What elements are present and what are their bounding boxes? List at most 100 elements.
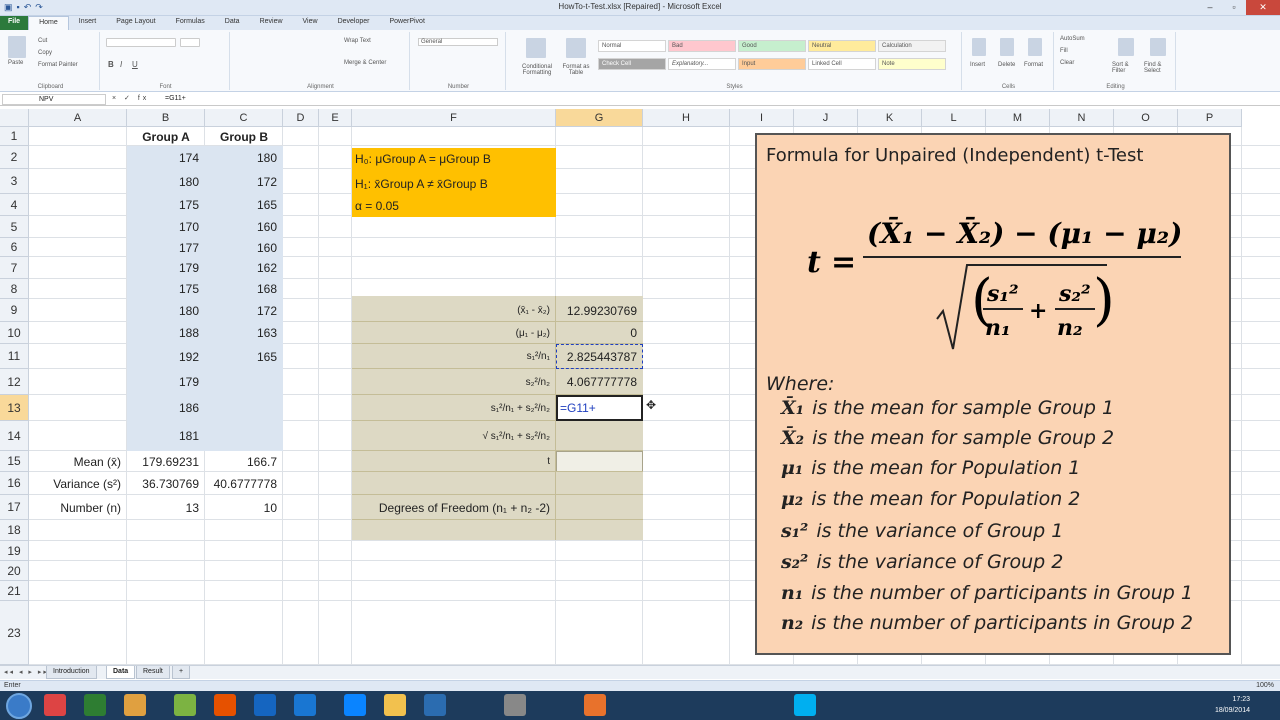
column-header-h[interactable]: H — [643, 109, 730, 127]
skype-icon[interactable] — [794, 694, 816, 716]
row-header-3[interactable]: 3 — [0, 169, 29, 194]
row-header-7[interactable]: 7 — [0, 257, 29, 279]
fill-button[interactable]: Fill — [1060, 48, 1068, 54]
group-a-cell[interactable]: 174 — [127, 146, 205, 169]
sheet-tab-introduction[interactable]: Introduction — [46, 666, 97, 679]
style-normal[interactable]: Normal — [598, 40, 666, 52]
row-header-10[interactable]: 10 — [0, 322, 29, 344]
paste-icon[interactable] — [8, 36, 26, 58]
calc-label[interactable]: s₂²/n₂ — [352, 369, 556, 395]
row-header-1[interactable]: 1 — [0, 127, 29, 146]
internet-explorer-icon[interactable] — [344, 694, 366, 716]
italic-button[interactable]: I — [120, 60, 122, 69]
sheet-tab-result[interactable]: Result — [136, 666, 170, 679]
minimize-button[interactable]: – — [1198, 0, 1222, 15]
group-a-cell[interactable]: 175 — [127, 279, 205, 299]
format-cells-icon[interactable] — [1028, 38, 1042, 56]
group-b-header[interactable]: Group B — [205, 127, 283, 146]
active-cell-formula[interactable]: =G11+ — [560, 395, 640, 421]
variance-a[interactable]: 36.730769 — [127, 472, 205, 495]
tab-developer[interactable]: Developer — [328, 16, 380, 30]
variance-b[interactable]: 40.6777778 — [205, 472, 283, 495]
twitter-icon[interactable] — [424, 694, 446, 716]
group-a-cell[interactable]: 188 — [127, 322, 205, 344]
group-b-cell[interactable]: 172 — [205, 169, 283, 194]
excel-icon[interactable] — [84, 694, 106, 716]
calc-value[interactable] — [556, 472, 643, 495]
column-header-g[interactable]: G — [556, 109, 643, 127]
group-a-cell[interactable]: 180 — [127, 299, 205, 322]
calc-value[interactable]: 4.067777778 — [556, 369, 643, 395]
column-header-b[interactable]: B — [127, 109, 205, 127]
tab-page-layout[interactable]: Page Layout — [106, 16, 165, 30]
formula-panel[interactable]: Formula for Unpaired (Independent) t-Tes… — [755, 133, 1231, 655]
sheet-nav-arrows[interactable]: ◂◂ ◂ ▸ ▸▸ — [4, 668, 49, 676]
calc-label[interactable]: s₁²/n₁ + s₂²/n₂ — [352, 395, 556, 421]
sort-filter-icon[interactable] — [1118, 38, 1134, 56]
style-bad[interactable]: Bad — [668, 40, 736, 52]
group-b-cell[interactable]: 165 — [205, 194, 283, 216]
style-linked-cell[interactable]: Linked Cell — [808, 58, 876, 70]
group-a-cell[interactable]: 186 — [127, 395, 205, 421]
group-a-cell[interactable]: 179 — [127, 369, 205, 395]
column-header-f[interactable]: F — [352, 109, 556, 127]
column-header-j[interactable]: J — [794, 109, 858, 127]
zoom-level[interactable]: 100% — [1256, 682, 1274, 689]
word-doc-icon[interactable] — [294, 694, 316, 716]
style-explanatory[interactable]: Explanatory... — [668, 58, 736, 70]
conditional-formatting-icon[interactable] — [526, 38, 546, 58]
calc-label[interactable]: (x̄₁ - x̄₂) — [352, 299, 556, 322]
start-button[interactable] — [6, 693, 32, 719]
app-icon[interactable] — [504, 694, 526, 716]
find-select-icon[interactable] — [1150, 38, 1166, 56]
calc-label[interactable] — [352, 472, 556, 495]
mean-label[interactable]: Mean (x̄) — [29, 451, 127, 472]
column-header-l[interactable]: L — [922, 109, 986, 127]
style-check-cell[interactable]: Check Cell — [598, 58, 666, 70]
chrome-icon[interactable] — [44, 694, 66, 716]
calc-value[interactable]: 12.99230769 — [556, 299, 643, 322]
calc-label[interactable]: √ s₁²/n₁ + s₂²/n₂ — [352, 421, 556, 451]
mean-a[interactable]: 179.69231 — [127, 451, 205, 472]
format-as-table-button[interactable]: Format as Table — [560, 64, 592, 76]
copy-button[interactable]: Copy — [38, 50, 52, 56]
group-b-cell[interactable]: 172 — [205, 299, 283, 322]
calc-label[interactable]: Degrees of Freedom (n₁ + n₂ -2) — [352, 495, 556, 520]
group-b-cell[interactable]: 180 — [205, 146, 283, 169]
bold-button[interactable]: B — [108, 60, 114, 69]
row-header-20[interactable]: 20 — [0, 561, 29, 581]
publisher-icon[interactable] — [174, 694, 196, 716]
outlook-icon[interactable] — [124, 694, 146, 716]
row-header-18[interactable]: 18 — [0, 520, 29, 541]
formula-input[interactable]: =G11+ — [165, 94, 186, 104]
row-header-15[interactable]: 15 — [0, 451, 29, 472]
row-header-16[interactable]: 16 — [0, 472, 29, 495]
style-good[interactable]: Good — [738, 40, 806, 52]
sheet-tab-data[interactable]: Data — [106, 666, 136, 679]
style-input[interactable]: Input — [738, 58, 806, 70]
row-header-17[interactable]: 17 — [0, 495, 29, 520]
row-header-8[interactable]: 8 — [0, 279, 29, 299]
format-as-table-icon[interactable] — [566, 38, 586, 58]
calc-label[interactable]: t — [352, 451, 556, 472]
calc-value[interactable] — [556, 495, 643, 520]
column-header-p[interactable]: P — [1178, 109, 1242, 127]
row-header-5[interactable]: 5 — [0, 216, 29, 238]
select-all-corner[interactable] — [0, 109, 29, 127]
formula-bar-icons[interactable]: × ✓ fx — [112, 94, 149, 102]
find-select-button[interactable]: Find & Select — [1144, 62, 1174, 74]
file-explorer-icon[interactable] — [384, 694, 406, 716]
group-a-cell[interactable]: 179 — [127, 257, 205, 279]
maximize-button[interactable]: ▫ — [1222, 0, 1246, 15]
column-header-a[interactable]: A — [29, 109, 127, 127]
new-sheet-tab[interactable]: + — [172, 666, 191, 679]
sort-filter-button[interactable]: Sort & Filter — [1112, 62, 1142, 74]
column-header-m[interactable]: M — [986, 109, 1050, 127]
group-a-cell[interactable]: 192 — [127, 344, 205, 369]
tab-powerpivot[interactable]: PowerPivot — [379, 16, 434, 30]
row-header-9[interactable]: 9 — [0, 299, 29, 322]
variance-label[interactable]: Variance (s²) — [29, 472, 127, 495]
number-a[interactable]: 13 — [127, 495, 205, 520]
hypothesis-box[interactable]: H₀: μGroup A = μGroup B H₁: x̄Group A ≠ … — [352, 148, 556, 217]
group-b-cell[interactable]: 168 — [205, 279, 283, 299]
